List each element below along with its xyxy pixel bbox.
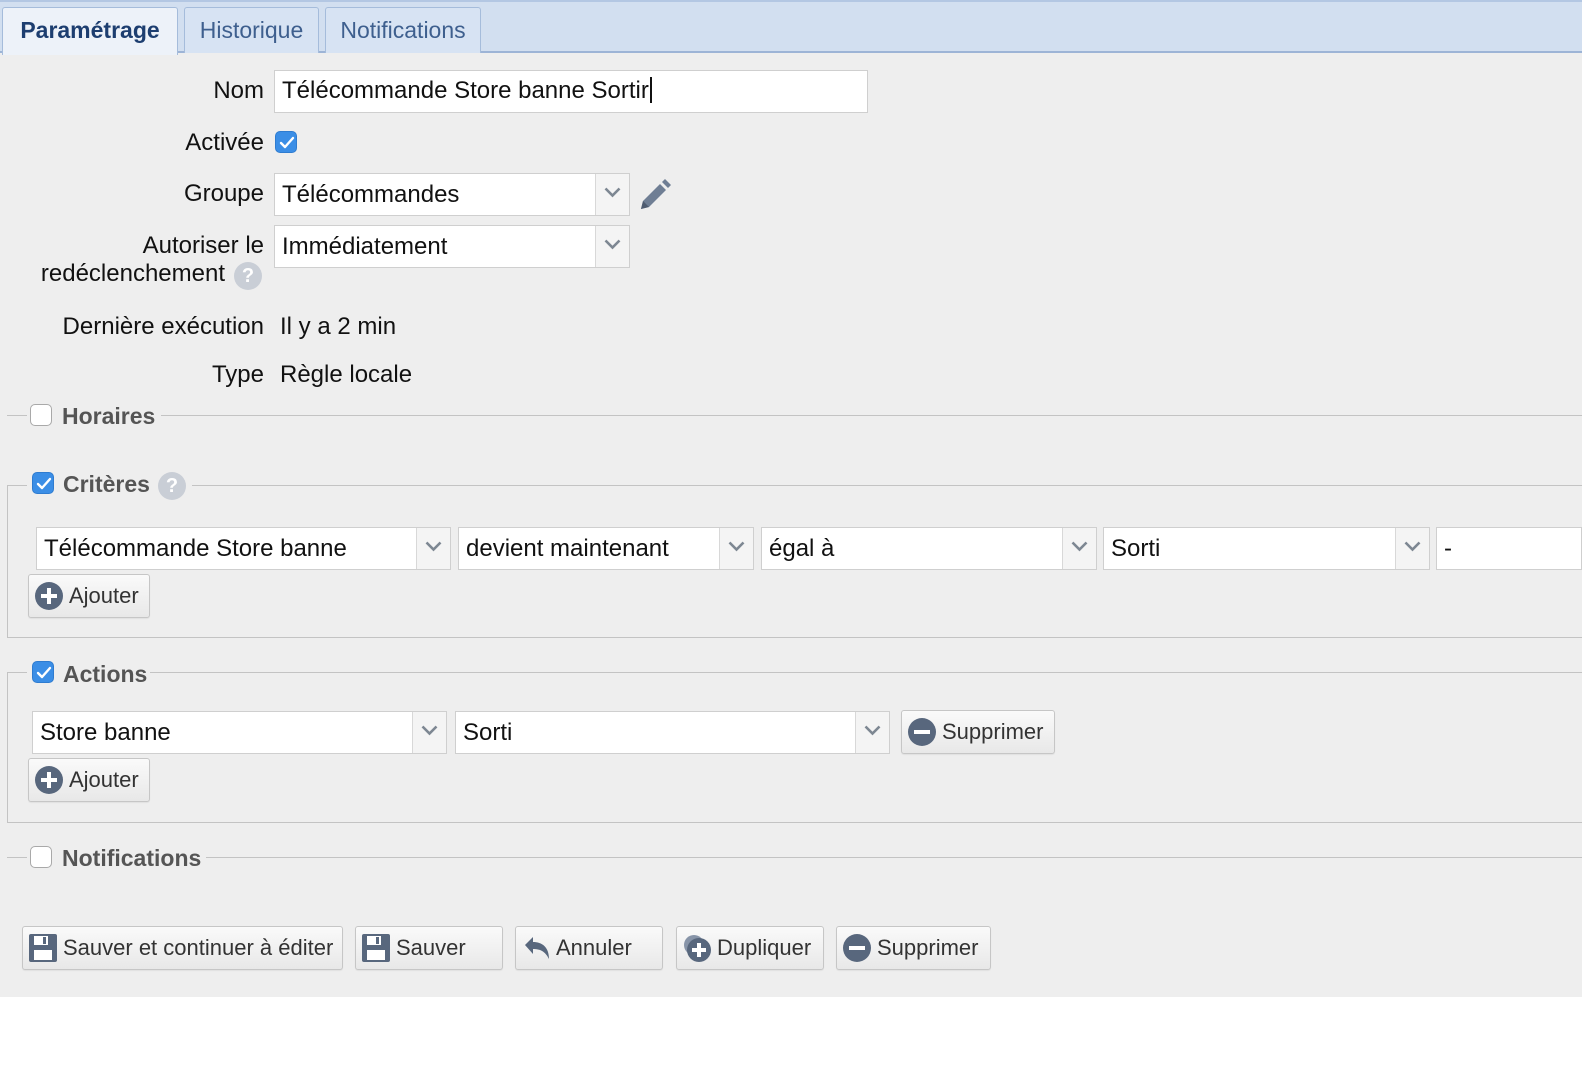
fieldset-border	[7, 415, 27, 416]
edit-pencil-icon[interactable]	[636, 178, 672, 214]
tab-bar: Paramétrage Historique Notifications	[0, 0, 1582, 55]
rule-editor-panel: Paramétrage Historique Notifications Nom…	[0, 0, 1582, 997]
derniere-execution-label: Dernière exécution	[62, 313, 264, 340]
chevron-down-icon	[855, 712, 889, 753]
fieldset-border	[7, 485, 8, 637]
tab-parametrage[interactable]: Paramétrage	[2, 7, 178, 55]
horaires-title: Horaires	[62, 403, 156, 429]
horaires-checkbox[interactable]	[30, 404, 52, 426]
text-cursor	[649, 77, 652, 103]
floppy-disk-icon	[29, 934, 57, 962]
critere-extra-value: -	[1444, 535, 1452, 562]
chevron-down-icon	[416, 528, 450, 569]
critere-device-select[interactable]: Télécommande Store banne	[36, 527, 451, 570]
type-label: Type	[211, 361, 264, 388]
groupe-select[interactable]: Télécommandes	[274, 173, 630, 216]
fieldset-border	[161, 415, 1582, 416]
fieldset-border	[150, 672, 1582, 673]
groupe-select-value: Télécommandes	[282, 181, 460, 208]
save-button[interactable]: Sauver	[355, 926, 503, 970]
critere-device-value: Télécommande Store banne	[44, 535, 347, 562]
chevron-down-icon	[719, 528, 753, 569]
action-add-button[interactable]: Ajouter	[28, 758, 150, 802]
help-icon[interactable]: ?	[234, 262, 262, 290]
duplicate-label: Dupliquer	[717, 935, 812, 960]
fieldset-border	[7, 485, 27, 486]
activee-label: Activée	[185, 129, 264, 156]
action-delete-label: Supprimer	[942, 719, 1044, 744]
actions-title: Actions	[63, 661, 148, 687]
notifications-checkbox[interactable]	[30, 846, 52, 868]
fieldset-border	[206, 857, 1582, 858]
criteres-title: Critères	[63, 471, 150, 497]
save-continue-label: Sauver et continuer à éditer	[63, 935, 334, 960]
autoriser-label-line2: redéclenchement	[40, 260, 225, 287]
action-device-value: Store banne	[40, 719, 171, 746]
fieldset-border	[7, 637, 1582, 638]
critere-event-select[interactable]: devient maintenant	[458, 527, 754, 570]
derniere-execution-value: Il y a 2 min	[280, 313, 397, 340]
actions-checkbox[interactable]	[32, 661, 54, 683]
critere-value-select[interactable]: Sorti	[1103, 527, 1430, 570]
fieldset-border	[7, 857, 27, 858]
fieldset-border	[192, 485, 1582, 486]
action-value-value: Sorti	[463, 719, 513, 746]
fieldset-border	[7, 822, 1582, 823]
undo-icon	[525, 937, 549, 959]
action-value-select[interactable]: Sorti	[455, 711, 890, 754]
criteres-checkbox[interactable]	[32, 472, 54, 494]
autoriser-select[interactable]: Immédiatement	[274, 225, 630, 268]
fieldset-border	[7, 672, 27, 673]
critere-event-value: devient maintenant	[466, 535, 669, 562]
remove-circle-icon	[843, 934, 871, 962]
save-continue-button[interactable]: Sauver et continuer à éditer	[22, 926, 343, 970]
critere-extra-select[interactable]: -	[1436, 527, 1582, 570]
delete-label: Supprimer	[877, 935, 979, 960]
chevron-down-icon	[595, 226, 629, 267]
duplicate-button[interactable]: Dupliquer	[676, 926, 824, 970]
critere-value-value: Sorti	[1111, 535, 1161, 562]
duplicate-icon	[684, 935, 711, 962]
save-label: Sauver	[396, 935, 466, 960]
tab-historique[interactable]: Historique	[184, 7, 319, 53]
fieldset-border	[7, 672, 8, 822]
tab-notifications[interactable]: Notifications	[325, 7, 481, 53]
type-value: Règle locale	[280, 361, 413, 388]
notifications-title: Notifications	[62, 845, 202, 871]
cancel-button[interactable]: Annuler	[515, 926, 663, 970]
floppy-disk-icon	[362, 934, 390, 962]
chevron-down-icon	[1395, 528, 1429, 569]
action-add-label: Ajouter	[69, 767, 139, 792]
groupe-label: Groupe	[183, 180, 264, 207]
nom-input[interactable]: Télécommande Store banne Sortir	[274, 70, 868, 113]
critere-operator-select[interactable]: égal à	[761, 527, 1097, 570]
critere-add-button[interactable]: Ajouter	[28, 574, 150, 618]
action-device-select[interactable]: Store banne	[32, 711, 447, 754]
chevron-down-icon	[595, 174, 629, 215]
action-delete-button[interactable]: Supprimer	[901, 710, 1055, 754]
critere-operator-value: égal à	[769, 535, 835, 562]
autoriser-label-line1: Autoriser le	[142, 232, 264, 259]
chevron-down-icon	[1062, 528, 1096, 569]
nom-input-value: Télécommande Store banne Sortir	[282, 77, 649, 104]
remove-circle-icon	[908, 718, 936, 746]
cancel-label: Annuler	[556, 935, 632, 960]
autoriser-select-value: Immédiatement	[282, 233, 448, 260]
chevron-down-icon	[412, 712, 446, 753]
activee-checkbox[interactable]	[275, 131, 297, 153]
add-circle-icon	[35, 766, 63, 794]
critere-add-label: Ajouter	[69, 583, 139, 608]
help-icon[interactable]: ?	[158, 472, 186, 500]
add-circle-icon	[35, 582, 63, 610]
delete-button[interactable]: Supprimer	[836, 926, 991, 970]
nom-label: Nom	[213, 77, 264, 104]
